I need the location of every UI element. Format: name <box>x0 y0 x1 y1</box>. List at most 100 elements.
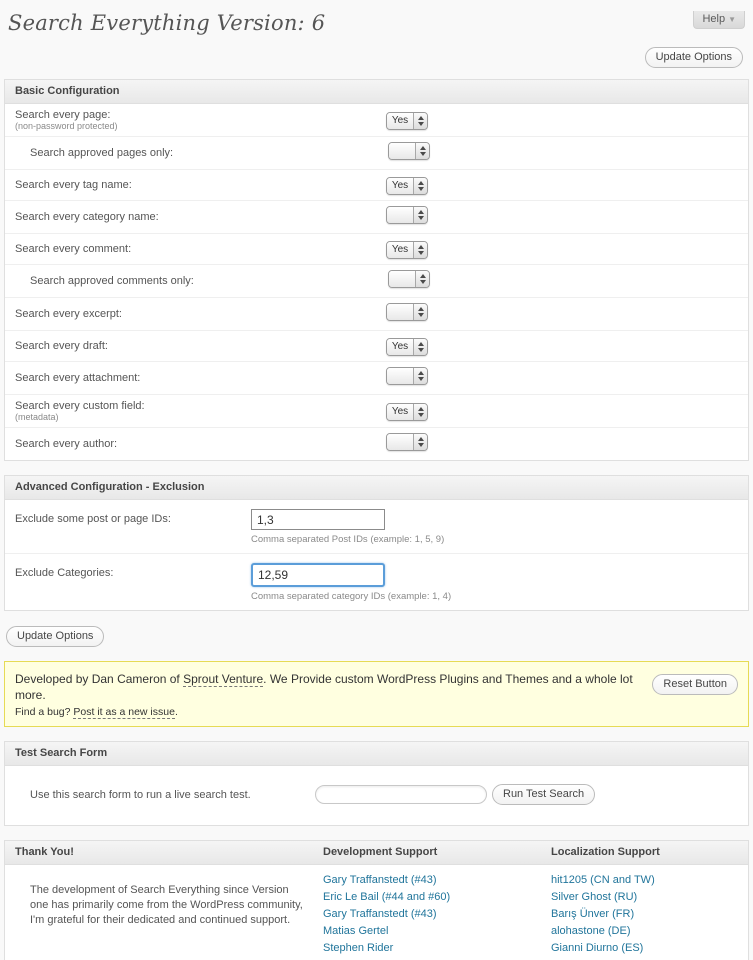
config-row-control-col: Yes <box>386 336 428 356</box>
development-support-column: Gary Traffanstedt (#43) Eric Le Bail (#4… <box>323 875 551 960</box>
support-link[interactable]: Matias Gertel <box>323 925 388 937</box>
notice-line2: Find a bug? Post it as a new issue. <box>15 706 653 718</box>
select-stepper-icon <box>415 271 429 287</box>
exclude-posts-input[interactable] <box>251 509 385 530</box>
config-row-label-col: Search every comment: <box>15 243 386 255</box>
exclude-posts-label: Exclude some post or page IDs: <box>15 513 251 525</box>
support-list-item: Matias Gertel <box>323 926 551 937</box>
thank-you-column: The development of Search Everything sin… <box>15 875 323 960</box>
select-value <box>389 271 415 287</box>
config-row-label-col: Search every category name: <box>15 211 386 223</box>
config-row-label: Search approved pages only: <box>30 147 388 159</box>
exclude-categories-help: Comma separated category IDs (example: 1… <box>251 591 451 602</box>
support-list-item: hit1205 (CN and TW) <box>551 875 738 886</box>
test-search-description: Use this search form to run a live searc… <box>15 789 315 801</box>
yes-no-select[interactable]: Yes <box>386 241 428 259</box>
support-list-item: Gary Traffanstedt (#43) <box>323 875 551 886</box>
config-row-label-col: Search every draft: <box>15 340 386 352</box>
select-stepper-icon <box>413 304 427 320</box>
support-link[interactable]: Eric Le Bail (#44 and #60) <box>323 891 450 903</box>
config-row-control-col <box>386 367 428 389</box>
config-row-label: Search every draft: <box>15 340 386 352</box>
config-row-control-col: Yes <box>386 401 428 421</box>
config-row-label-col: Search every custom field: (metadata) <box>15 400 386 422</box>
support-link[interactable]: Gianni Diurno (ES) <box>551 942 643 954</box>
exclude-categories-input[interactable] <box>251 563 385 587</box>
config-row-control-col <box>386 303 428 325</box>
config-row-control-col <box>386 433 428 455</box>
config-row-label: Search every page: <box>15 109 386 121</box>
select-stepper-icon <box>413 404 427 420</box>
thank-you-panel: Thank You! Development Support Localizat… <box>4 840 749 960</box>
thank-you-body: The development of Search Everything sin… <box>5 865 748 960</box>
select-value <box>389 143 415 159</box>
config-row: Search every tag name: Yes <box>5 169 748 200</box>
basic-configuration-header: Basic Configuration <box>5 80 748 104</box>
development-support-header: Development Support <box>323 846 551 858</box>
support-list-item: alohastone (DE) <box>551 926 738 937</box>
update-options-button-bottom[interactable]: Update Options <box>6 626 104 647</box>
support-link[interactable]: Gary Traffanstedt (#43) <box>323 874 437 886</box>
config-row-label: Search approved comments only: <box>30 275 388 287</box>
config-row-label: Search every tag name: <box>15 179 386 191</box>
config-row-control-col: Yes <box>386 239 428 259</box>
yes-no-select[interactable] <box>386 206 428 224</box>
footer-actions: Update Options <box>6 626 753 647</box>
select-stepper-icon <box>413 178 427 194</box>
config-row-label: Search every attachment: <box>15 372 386 384</box>
bug-report-link[interactable]: Post it as a new issue <box>73 706 175 719</box>
select-value <box>387 368 413 384</box>
select-stepper-icon <box>413 339 427 355</box>
support-list-item: Gianni Diurno (ES) <box>551 943 738 954</box>
sprout-venture-link[interactable]: Sprout Venture <box>183 672 263 687</box>
config-row-control-col <box>386 206 428 228</box>
config-row-label-col: Search every excerpt: <box>15 308 386 320</box>
select-stepper-icon <box>413 242 427 258</box>
yes-no-select[interactable] <box>388 142 430 160</box>
support-link[interactable]: Barış Ünver (FR) <box>551 908 634 920</box>
reset-button[interactable]: Reset Button <box>652 674 738 695</box>
config-row-label-col: Search every attachment: <box>15 372 386 384</box>
support-list-item: Stephen Rider <box>323 943 551 954</box>
select-value: Yes <box>387 242 413 258</box>
config-row-label-col: Search approved comments only: <box>30 275 388 287</box>
yes-no-select[interactable] <box>388 270 430 288</box>
select-value <box>387 434 413 450</box>
support-link[interactable]: Stephen Rider <box>323 942 393 954</box>
config-row: Search every comment: Yes <box>5 233 748 264</box>
config-row: Search every author: <box>5 427 748 460</box>
yes-no-select[interactable]: Yes <box>386 403 428 421</box>
test-search-input[interactable] <box>315 785 487 804</box>
config-row-label: Search every excerpt: <box>15 308 386 320</box>
yes-no-select[interactable]: Yes <box>386 338 428 356</box>
exclude-categories-label: Exclude Categories: <box>15 567 251 579</box>
yes-no-select[interactable] <box>386 433 428 451</box>
support-list-item: Barış Ünver (FR) <box>551 909 738 920</box>
exclude-categories-row: Exclude Categories: Comma separated cate… <box>5 553 748 610</box>
support-link[interactable]: Gary Traffanstedt (#43) <box>323 908 437 920</box>
config-row: Search every category name: <box>5 200 748 233</box>
yes-no-select[interactable] <box>386 303 428 321</box>
support-link[interactable]: hit1205 (CN and TW) <box>551 874 655 886</box>
advanced-configuration-panel: Advanced Configuration - Exclusion Exclu… <box>4 475 749 611</box>
yes-no-select[interactable]: Yes <box>386 112 428 130</box>
select-stepper-icon <box>413 207 427 223</box>
run-test-search-button[interactable]: Run Test Search <box>492 784 595 805</box>
config-row: Search every draft: Yes <box>5 330 748 361</box>
support-link[interactable]: alohastone (DE) <box>551 925 631 937</box>
select-value <box>387 304 413 320</box>
notice-line2-post: . <box>175 706 178 718</box>
config-row-note: (metadata) <box>15 412 386 422</box>
select-stepper-icon <box>413 113 427 129</box>
update-options-button-top[interactable]: Update Options <box>645 47 743 68</box>
yes-no-select[interactable]: Yes <box>386 177 428 195</box>
config-row-label: Search every author: <box>15 438 386 450</box>
help-button[interactable]: Help▼ <box>693 11 745 29</box>
config-row: Search every excerpt: <box>5 297 748 330</box>
support-link[interactable]: Silver Ghost (RU) <box>551 891 637 903</box>
yes-no-select[interactable] <box>386 367 428 385</box>
config-row-label-col: Search every author: <box>15 438 386 450</box>
select-stepper-icon <box>413 434 427 450</box>
help-button-label: Help <box>702 13 725 25</box>
test-search-body: Use this search form to run a live searc… <box>5 766 748 825</box>
